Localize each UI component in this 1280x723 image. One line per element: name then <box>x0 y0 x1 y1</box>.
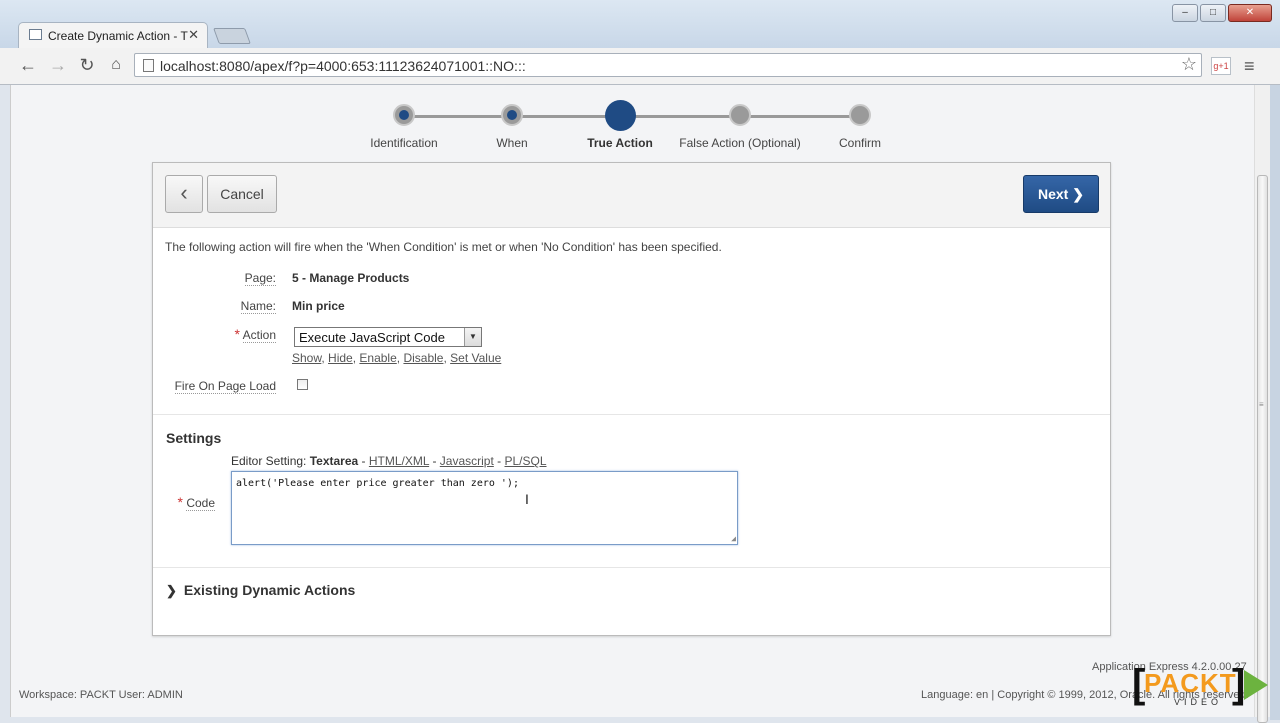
chevron-right-icon: ❯ <box>166 583 177 598</box>
action-select[interactable]: Execute JavaScript Code ▼ <box>294 327 482 347</box>
packt-video-logo: [ PACKT ] VIDEO <box>1132 664 1270 710</box>
intro-text: The following action will fire when the … <box>165 240 722 254</box>
logo-word: PACKT <box>1144 668 1237 698</box>
name-value: Min price <box>292 299 345 313</box>
editor-option-plsql[interactable]: PL/SQL <box>504 454 546 468</box>
quick-pick-set-value[interactable]: Set Value <box>450 351 501 365</box>
required-asterisk-icon: * <box>177 494 183 510</box>
play-icon <box>1244 670 1268 700</box>
wizard-step-confirm <box>849 104 871 126</box>
action-quick-picks: Show, Hide, Enable, Disable, Set Value <box>292 351 502 365</box>
wizard-step-label: False Action (Optional) <box>679 136 801 150</box>
menu-icon[interactable]: ≡ <box>1244 56 1255 77</box>
action-label: * Action <box>234 326 276 343</box>
code-label: * Code <box>177 494 215 511</box>
editor-setting: Editor Setting: Textarea - HTML/XML - Ja… <box>231 454 547 468</box>
reload-icon[interactable]: ↻ <box>75 54 99 76</box>
url-text: localhost:8080/apex/f?p=4000:653:1112362… <box>160 58 526 74</box>
code-textarea[interactable]: alert('Please enter price greater than z… <box>231 471 738 545</box>
workspace-info: Workspace: PACKT User: ADMIN <box>19 689 183 701</box>
page-value: 5 - Manage Products <box>292 271 410 285</box>
section-divider <box>153 567 1110 568</box>
previous-button[interactable]: ‹ <box>165 175 203 213</box>
wizard-step-true-action <box>605 100 636 131</box>
browser-titlebar: Create Dynamic Action - T ✕ – □ ✕ <box>0 0 1280 48</box>
maximize-button[interactable]: □ <box>1200 4 1226 22</box>
resize-handle-icon[interactable]: ◢ <box>731 534 736 543</box>
dropdown-arrow-icon[interactable]: ▼ <box>464 328 481 346</box>
home-icon[interactable]: ⌂ <box>104 54 128 76</box>
window-frame <box>1270 85 1280 720</box>
cancel-button[interactable]: Cancel <box>207 175 277 213</box>
name-label: Name: <box>240 299 276 314</box>
next-button-label: Next <box>1038 186 1069 202</box>
code-text: alert('Please enter price greater than z… <box>236 478 519 489</box>
close-tab-icon[interactable]: ✕ <box>188 27 199 43</box>
tab-title: Create Dynamic Action - T <box>48 29 188 43</box>
page-label: Page: <box>244 271 276 286</box>
quick-pick-hide[interactable]: Hide <box>328 351 353 365</box>
fire-on-page-load-checkbox[interactable] <box>297 379 308 390</box>
text-cursor-icon: I <box>525 491 529 507</box>
minimize-button[interactable]: – <box>1172 4 1198 22</box>
quick-pick-show[interactable]: Show <box>292 351 321 365</box>
next-button[interactable]: Next ❯ <box>1023 175 1099 213</box>
quick-pick-disable[interactable]: Disable <box>403 351 443 365</box>
vertical-scrollbar[interactable]: ≡ <box>1254 85 1271 723</box>
required-asterisk-icon: * <box>234 326 240 342</box>
scrollbar-grip-icon: ≡ <box>1259 400 1264 409</box>
back-arrow-icon[interactable]: ← <box>16 54 40 76</box>
browser-tab[interactable]: Create Dynamic Action - T ✕ <box>18 22 208 48</box>
existing-dynamic-actions-label: Existing Dynamic Actions <box>183 582 356 598</box>
google-plus-icon[interactable]: g+1 <box>1211 57 1231 75</box>
window-controls: – □ ✕ <box>1172 4 1272 22</box>
wizard-step-label-current: True Action <box>587 136 653 150</box>
action-select-value: Execute JavaScript Code <box>299 330 445 345</box>
section-divider <box>153 414 1110 415</box>
region-button-bar: ‹ Cancel Next ❯ <box>153 163 1110 228</box>
editor-setting-current: Textarea <box>309 454 359 468</box>
editor-option-javascript[interactable]: Javascript <box>440 454 494 468</box>
close-window-button[interactable]: ✕ <box>1228 4 1272 22</box>
bookmark-star-icon[interactable]: ☆ <box>1181 54 1197 75</box>
forward-arrow-icon[interactable]: → <box>46 54 70 76</box>
editor-option-html[interactable]: HTML/XML <box>369 454 429 468</box>
page-icon <box>29 29 42 40</box>
editor-setting-prefix: Editor Setting: <box>231 454 307 468</box>
chevron-left-icon: ‹ <box>180 180 188 205</box>
browser-toolbar: ← → ↻ ⌂ localhost:8080/apex/f?p=4000:653… <box>0 48 1280 85</box>
fire-on-page-load-label: Fire On Page Load <box>174 379 276 394</box>
wizard-step-identification <box>393 104 415 126</box>
wizard-step-label: Confirm <box>838 136 881 150</box>
new-tab-button[interactable] <box>213 28 251 44</box>
quick-pick-enable[interactable]: Enable <box>359 351 396 365</box>
wizard-step-false-action <box>729 104 751 126</box>
wizard-step-when <box>501 104 523 126</box>
address-bar[interactable]: localhost:8080/apex/f?p=4000:653:1112362… <box>134 53 1202 77</box>
chevron-right-icon: ❯ <box>1072 186 1084 202</box>
scrollbar-thumb[interactable] <box>1257 175 1268 723</box>
logo-sub: VIDEO <box>1174 697 1223 707</box>
wizard-region: ‹ Cancel Next ❯ The following action wil… <box>152 162 1111 636</box>
settings-heading: Settings <box>166 430 222 446</box>
existing-dynamic-actions-toggle[interactable]: ❯ Existing Dynamic Actions <box>166 582 355 599</box>
page-icon <box>143 59 154 72</box>
